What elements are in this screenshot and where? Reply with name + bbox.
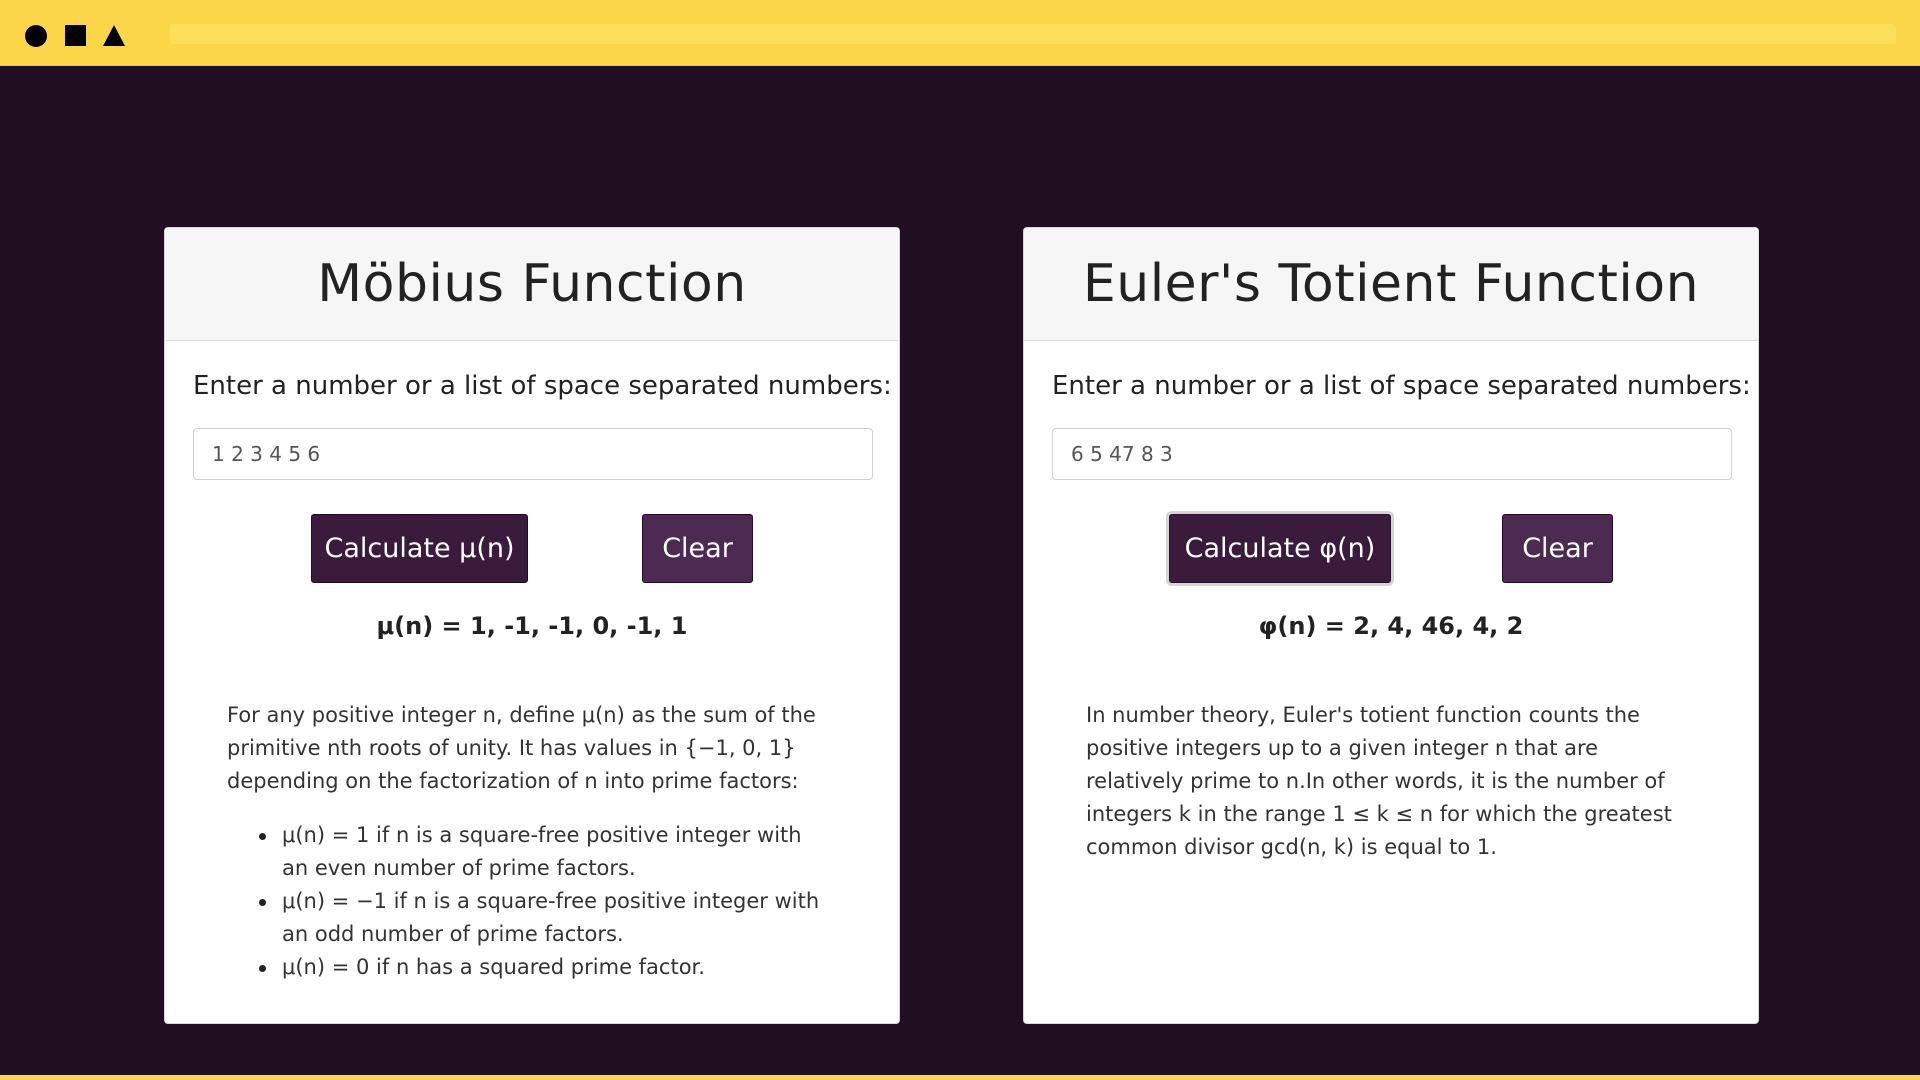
mobius-card-header: Möbius Function [165, 228, 899, 341]
totient-description: In number theory, Euler's totient functi… [1086, 703, 1672, 859]
mobius-prompt: Enter a number or a list of space separa… [193, 371, 892, 401]
mobius-clear-button[interactable]: Clear [642, 514, 753, 583]
totient-card-header: Euler's Totient Function [1024, 228, 1758, 341]
totient-card-body: Enter a number or a list of space separa… [1024, 341, 1758, 1023]
totient-result: φ(n) = 2, 4, 46, 4, 2 [1258, 612, 1524, 640]
mobius-result: μ(n) = 1, -1, -1, 0, -1, 1 [376, 612, 688, 640]
totient-prompt: Enter a number or a list of space separa… [1052, 371, 1751, 401]
totient-card: Euler's Totient Function Enter a number … [1023, 227, 1759, 1024]
mobius-rules-list: μ(n) = 1 if n is a square-free positive … [227, 819, 832, 984]
mobius-title: Möbius Function [317, 254, 747, 314]
triangle-icon [103, 25, 125, 46]
mobius-description: For any positive integer n, define μ(n) … [227, 703, 816, 793]
mobius-card-body: Enter a number or a list of space separa… [165, 341, 899, 1023]
totient-clear-button[interactable]: Clear [1502, 514, 1613, 583]
square-icon [65, 25, 86, 46]
circle-icon [25, 25, 47, 47]
totient-number-input[interactable] [1052, 428, 1732, 480]
totient-title: Euler's Totient Function [1082, 254, 1700, 314]
address-bar-track [170, 24, 1896, 44]
list-item: μ(n) = −1 if n is a square-free positive… [227, 885, 832, 951]
mobius-number-input[interactable] [193, 428, 873, 480]
list-item: μ(n) = 0 if n has a squared prime factor… [227, 951, 832, 984]
calculate-mu-button[interactable]: Calculate μ(n) [311, 514, 528, 583]
list-item: μ(n) = 1 if n is a square-free positive … [227, 819, 832, 885]
bottom-accent-strip [0, 1075, 1920, 1080]
mobius-card: Möbius Function Enter a number or a list… [164, 227, 900, 1024]
calculate-phi-button[interactable]: Calculate φ(n) [1169, 514, 1391, 583]
top-bar [0, 0, 1920, 66]
